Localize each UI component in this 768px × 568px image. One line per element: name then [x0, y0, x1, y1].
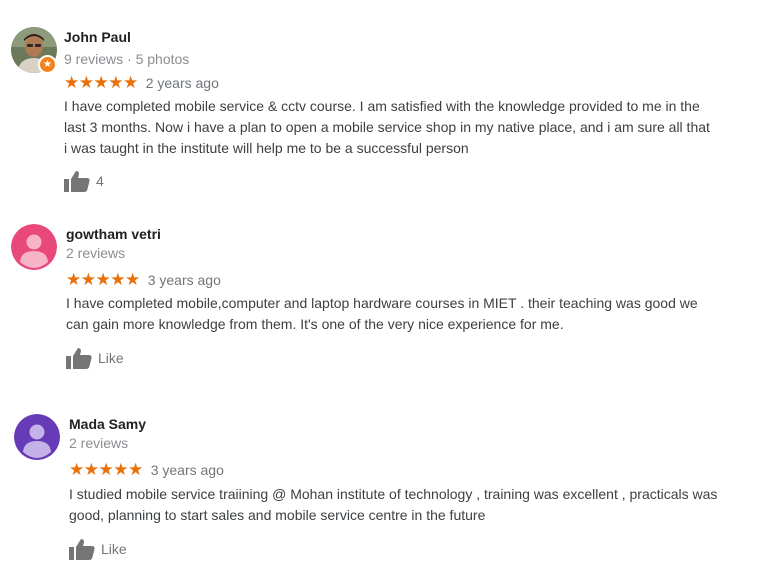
review-card: ★ John Paul 9 reviews · 5 photos ★★★★★ 2…: [0, 0, 768, 200]
like-label: Like: [101, 541, 127, 557]
star-rating: ★★★★★: [64, 73, 138, 92]
star-rating: ★★★★★: [69, 460, 143, 479]
review-card: Mada Samy 2 reviews ★★★★★ 3 years ago I …: [0, 390, 768, 568]
review-text: I studied mobile service traiining @ Moh…: [69, 484, 766, 526]
rating-row: ★★★★★ 3 years ago: [66, 271, 221, 289]
reviewer-name[interactable]: gowtham vetri: [66, 226, 161, 242]
review-text-line: good, planning to start sales and mobile…: [69, 507, 486, 523]
review-card: gowtham vetri 2 reviews ★★★★★ 3 years ag…: [0, 200, 768, 390]
reviewer-name[interactable]: Mada Samy: [69, 416, 146, 432]
star-rating: ★★★★★: [66, 270, 140, 289]
review-text-line: I studied mobile service traiining @ Moh…: [69, 486, 718, 502]
like-button[interactable]: Like: [69, 538, 127, 560]
review-time: 3 years ago: [150, 462, 224, 478]
like-label: Like: [98, 350, 124, 366]
rating-row: ★★★★★ 3 years ago: [69, 461, 224, 479]
review-time: 3 years ago: [147, 272, 221, 288]
reviewer-meta: 2 reviews: [66, 245, 126, 261]
thumbs-up-icon: [64, 171, 90, 192]
like-count: 4: [96, 173, 104, 189]
review-text-line: i was taught in the institute will help …: [64, 140, 469, 156]
review-text: I have completed mobile service & cctv c…: [64, 96, 764, 159]
reviewer-meta: 9 reviews · 5 photos: [64, 51, 190, 67]
review-time: 2 years ago: [145, 75, 219, 91]
reviewer-avatar[interactable]: [11, 224, 57, 270]
reviewer-meta: 2 reviews: [69, 435, 129, 451]
rating-row: ★★★★★ 2 years ago: [64, 74, 219, 92]
default-person-icon: [11, 224, 57, 270]
reviewer-avatar[interactable]: [14, 414, 60, 460]
reviewer-name[interactable]: John Paul: [64, 29, 131, 45]
like-button[interactable]: Like: [66, 347, 124, 369]
review-text-line: last 3 months. Now i have a plan to open…: [64, 119, 710, 135]
thumbs-up-icon: [66, 348, 92, 369]
review-text: I have completed mobile,computer and lap…: [66, 293, 764, 335]
review-text-line: can gain more knowledge from them. It's …: [66, 316, 564, 332]
default-person-icon: [14, 414, 60, 460]
thumbs-up-icon: [69, 539, 95, 560]
local-guide-badge-icon: ★: [38, 55, 57, 74]
like-button[interactable]: 4: [64, 170, 104, 192]
review-text-line: I have completed mobile service & cctv c…: [64, 98, 700, 114]
review-text-line: I have completed mobile,computer and lap…: [66, 295, 698, 311]
